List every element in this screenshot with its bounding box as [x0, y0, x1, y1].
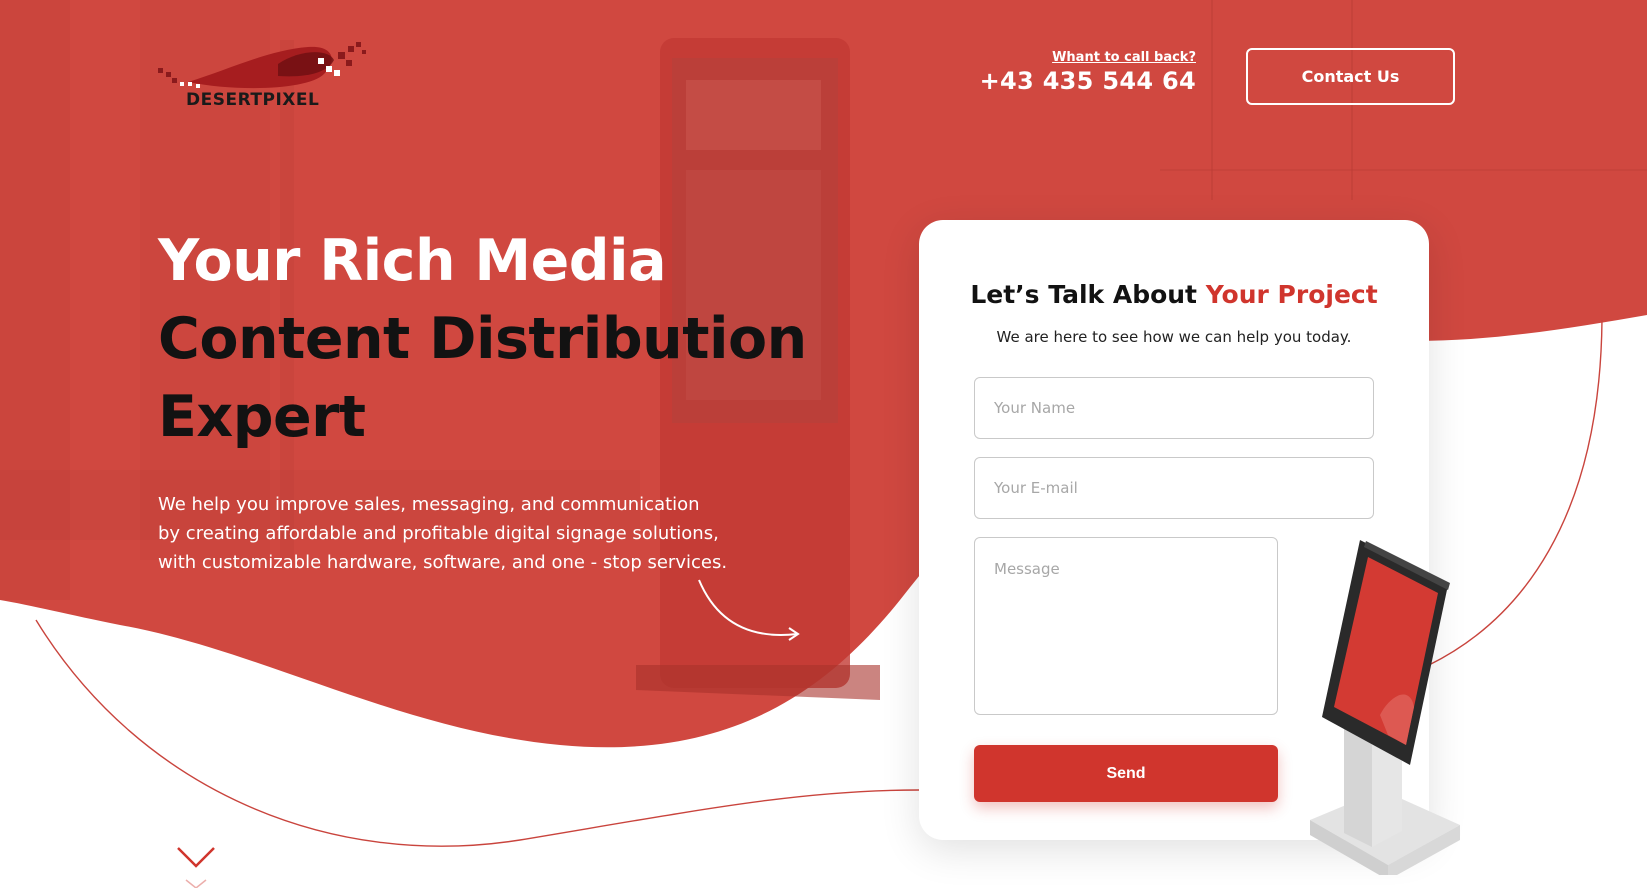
- curved-arrow-icon: [698, 579, 800, 641]
- hero-subtitle-line-1: We help you improve sales, messaging, an…: [158, 494, 700, 515]
- form-title-prefix: Let’s Talk About: [970, 280, 1198, 309]
- form-subtitle: We are here to see how we can help you t…: [996, 328, 1352, 346]
- brand-logo[interactable]: DESERTPIXEL: [158, 42, 382, 112]
- name-input[interactable]: [974, 377, 1374, 439]
- contact-us-button[interactable]: Contact Us: [1246, 48, 1455, 105]
- kiosk-illustration: [1310, 540, 1460, 875]
- hero-title: Your Rich Media Content Distribution Exp…: [158, 222, 807, 456]
- send-button[interactable]: Send: [974, 745, 1278, 802]
- form-title: Let’s Talk About Your Project: [919, 280, 1429, 309]
- message-textarea[interactable]: [974, 537, 1278, 715]
- hero-subtitle-line-2: by creating affordable and profitable di…: [158, 523, 719, 544]
- hero-title-line-1: Your Rich Media: [158, 228, 667, 294]
- hero-title-line-3: Expert: [158, 384, 366, 450]
- phone-number[interactable]: +43 435 544 64: [980, 67, 1196, 95]
- hero-title-line-2: Content Distribution: [158, 306, 807, 372]
- callback-link[interactable]: Whant to call back?: [980, 50, 1196, 65]
- hero-subtitle-line-3: with customizable hardware, software, an…: [158, 552, 728, 573]
- logo-mark-icon: [158, 42, 366, 89]
- chevron-down-icon[interactable]: [176, 842, 216, 888]
- logo-wordmark: DESERTPIXEL: [186, 90, 320, 110]
- email-input[interactable]: [974, 457, 1374, 519]
- form-title-accent: Your Project: [1205, 280, 1378, 309]
- hero-subtitle: We help you improve sales, messaging, an…: [158, 490, 778, 577]
- callback-block: Whant to call back? +43 435 544 64: [980, 50, 1196, 95]
